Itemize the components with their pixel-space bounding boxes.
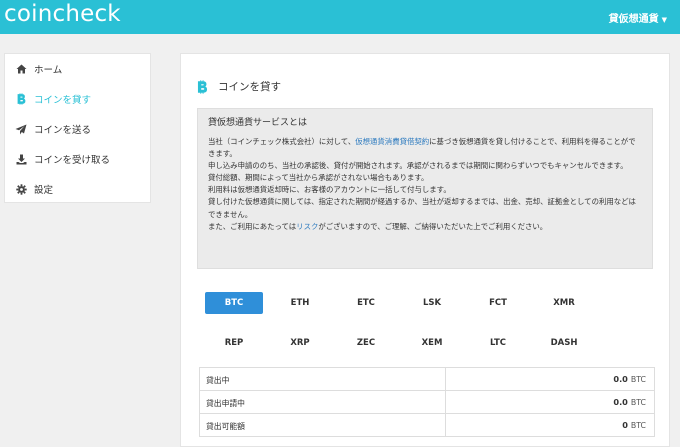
sidebar-item-home[interactable]: ホーム [5, 54, 150, 84]
info-paragraph: 貸し付けた仮想通貨に関しては、指定された期間が経過するか、当社が返却するまでは、… [208, 197, 636, 219]
sidebar-item-label: 設定 [34, 185, 54, 196]
coin-tab-lsk[interactable]: LSK [403, 292, 461, 314]
coin-tab-xem[interactable]: XEM [403, 332, 461, 354]
main-panel: コインを貸す 貸仮想通貨サービスとは 当社（コインチェック株式会社）に対して、仮… [180, 53, 670, 447]
sidebar-item-lend-coin[interactable]: コインを貸す [5, 84, 150, 114]
info-paragraph: 利用料は仮想通貨返却時に、お客様のアカウントに一括して付与します。 [208, 185, 451, 195]
coin-tab-btc[interactable]: BTC [205, 292, 263, 314]
coin-tab-rep[interactable]: REP [205, 332, 263, 354]
coincheck-logo[interactable]: coincheck [4, 1, 121, 27]
table-row: 貸出中 0.0 BTC [200, 368, 654, 391]
table-row: 貸出可能額 0 BTC [200, 414, 654, 437]
sidebar-item-label: コインを受け取る [34, 155, 111, 166]
info-title: 貸仮想通貨サービスとは [208, 118, 308, 128]
stat-amount: 0.0 [613, 374, 628, 384]
page-title: コインを貸す [197, 79, 281, 94]
page-title-text: コインを貸す [218, 81, 281, 93]
top-navbar: coincheck 貸仮想通貨 ▼ [0, 0, 680, 34]
sidebar-item-label: コインを貸す [34, 95, 92, 106]
sidebar-item-settings[interactable]: 設定 [5, 174, 150, 204]
stat-label: 貸出中 [206, 376, 230, 385]
paper-plane-icon [15, 123, 27, 135]
stat-value: 0.0 BTC [613, 374, 646, 384]
coin-tab-eth[interactable]: ETH [271, 292, 329, 314]
stat-amount: 0 [622, 420, 628, 430]
coin-tab-zec[interactable]: ZEC [337, 332, 395, 354]
stat-unit: BTC [630, 375, 646, 384]
bitcoin-icon [197, 79, 211, 94]
coin-tab-etc[interactable]: ETC [337, 292, 395, 314]
chevron-down-icon: ▼ [661, 16, 667, 24]
account-menu[interactable]: 貸仮想通貨 ▼ [609, 10, 667, 25]
column-divider [445, 368, 446, 390]
sidebar-item-send-coin[interactable]: コインを送る [5, 114, 150, 144]
loan-contract-link[interactable]: 仮想通貨消費貸借契約 [355, 137, 429, 146]
info-paragraph: 当社（コインチェック株式会社）に対して、仮想通貨消費貸借契約に基づき仮想通貨を貸… [208, 136, 642, 160]
coin-tab-xmr[interactable]: XMR [535, 292, 593, 314]
risk-link[interactable]: リスク [296, 222, 318, 231]
coin-tab-ltc[interactable]: LTC [469, 332, 527, 354]
info-text: 当社（コインチェック株式会社）に対して、 [208, 137, 356, 146]
stat-value: 0 BTC [622, 420, 646, 430]
sidebar-item-label: コインを送る [34, 125, 92, 136]
coin-tab-xrp[interactable]: XRP [271, 332, 329, 354]
coin-tab-fct[interactable]: FCT [469, 292, 527, 314]
info-paragraph: また、ご利用にあたってはリスクがございますので、ご理解、ご納得いただいた上でご利… [208, 221, 642, 233]
gear-icon [15, 183, 27, 195]
stat-amount: 0.0 [613, 397, 628, 407]
info-paragraph: 貸付総額、期間によって当社から承認がされない場合もあります。 [208, 173, 429, 183]
lending-stats-table: 貸出中 0.0 BTC 貸出申請中 0.0 BTC 貸出可能額 0 BTC [199, 367, 655, 437]
sidebar: ホーム コインを貸す コインを送る コインを受け取る 設定 [4, 53, 151, 203]
info-body: 当社（コインチェック株式会社）に対して、仮想通貨消費貸借契約に基づき仮想通貨を貸… [208, 136, 642, 233]
column-divider [445, 414, 446, 436]
home-icon [15, 63, 27, 75]
info-text: がございますので、ご理解、ご納得いただいた上でご利用ください。 [318, 221, 548, 231]
stat-unit: BTC [630, 421, 646, 430]
account-menu-label: 貸仮想通貨 [608, 14, 659, 25]
stat-label: 貸出申請中 [206, 399, 245, 408]
sidebar-item-label: ホーム [34, 65, 63, 76]
info-text: また、ご利用にあたっては [208, 221, 297, 231]
stat-value: 0.0 BTC [613, 397, 646, 407]
coin-tab-dash[interactable]: DASH [535, 332, 593, 354]
sidebar-item-receive-coin[interactable]: コインを受け取る [5, 144, 150, 174]
stat-label: 貸出可能額 [206, 422, 245, 431]
stat-unit: BTC [630, 398, 646, 407]
table-row: 貸出申請中 0.0 BTC [200, 391, 654, 414]
bitcoin-icon [15, 93, 27, 105]
info-paragraph: 申し込み申請ののち、当社の承認後、貸付が開始されます。承認がされるまでは期間に関… [208, 161, 628, 171]
download-icon [15, 153, 27, 165]
info-box: 貸仮想通貨サービスとは 当社（コインチェック株式会社）に対して、仮想通貨消費貸借… [197, 108, 653, 269]
column-divider [445, 391, 446, 413]
